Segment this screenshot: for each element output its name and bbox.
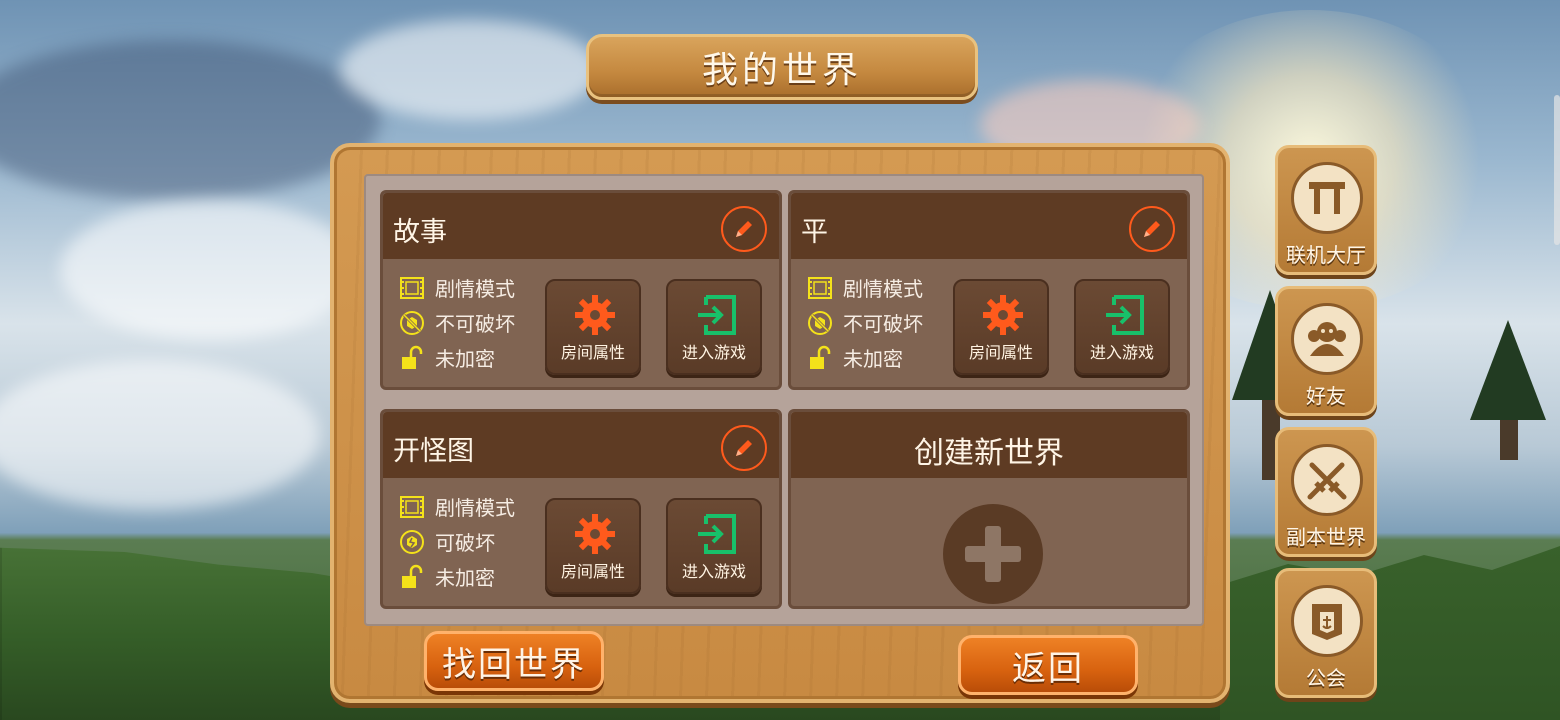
indestructible-icon (807, 310, 833, 336)
attr-label: 可破坏 (435, 531, 495, 555)
world-card-header: 平 (791, 193, 1187, 259)
cloud (340, 20, 600, 120)
enter-game-button[interactable]: 进入游戏 (666, 279, 762, 375)
edge-handle[interactable] (1554, 95, 1560, 245)
world-list-board: 故事 剧情模式 不可破坏 未加密 房间属性 进入游戏 平 剧情模式 不可破坏 未… (330, 143, 1230, 703)
world-card-header: 开怪图 (383, 412, 779, 478)
world-card[interactable]: 故事 剧情模式 不可破坏 未加密 房间属性 进入游戏 (380, 190, 782, 390)
tree (1470, 320, 1546, 420)
pencil-icon (1144, 221, 1160, 237)
world-card-header: 故事 (383, 193, 779, 259)
attr-destroy: 不可破坏 (399, 308, 515, 337)
attr-destroy: 不可破坏 (807, 308, 923, 337)
sidebar-item-dungeon[interactable]: 副本世界 (1275, 427, 1377, 557)
unlock-icon (807, 345, 833, 371)
recover-world-button[interactable]: 找回世界 (424, 631, 604, 691)
film-icon (399, 494, 425, 520)
attr-label: 不可破坏 (843, 312, 923, 336)
unlock-icon (399, 564, 425, 590)
enter-icon (698, 295, 736, 335)
indestructible-icon (399, 310, 425, 336)
attr-mode: 剧情模式 (399, 492, 515, 521)
attr-lock: 未加密 (807, 343, 903, 372)
gear-icon (983, 295, 1023, 335)
attr-label: 剧情模式 (435, 277, 515, 301)
film-icon (807, 275, 833, 301)
plus-icon[interactable] (943, 504, 1043, 604)
attr-label: 未加密 (843, 347, 903, 371)
world-grid: 故事 剧情模式 不可破坏 未加密 房间属性 进入游戏 平 剧情模式 不可破坏 未… (364, 174, 1204, 626)
friends-icon (1291, 303, 1363, 375)
attr-mode: 剧情模式 (807, 273, 923, 302)
guild-banner-icon (1291, 585, 1363, 657)
enter-game-label: 进入游戏 (681, 343, 746, 362)
enter-icon (698, 514, 736, 554)
sidebar-item-label: 副本世界 (1286, 525, 1366, 549)
film-icon (399, 275, 425, 301)
enter-game-button[interactable]: 进入游戏 (666, 498, 762, 594)
recover-world-label: 找回世界 (442, 644, 586, 685)
attr-label: 剧情模式 (843, 277, 923, 301)
enter-game-label: 进入游戏 (681, 562, 746, 581)
edit-world-button[interactable] (721, 425, 767, 471)
room-settings-label: 房间属性 (968, 343, 1033, 362)
create-world-card[interactable]: 创建新世界 (788, 409, 1190, 609)
sidebar-item-label: 好友 (1306, 384, 1346, 408)
sidebar-item-label: 联机大厅 (1286, 243, 1366, 267)
sidebar-item-lobby[interactable]: 联机大厅 (1275, 145, 1377, 275)
room-settings-label: 房间属性 (560, 562, 625, 581)
world-card[interactable]: 平 剧情模式 不可破坏 未加密 房间属性 进入游戏 (788, 190, 1190, 390)
sidebar-item-guild[interactable]: 公会 (1275, 568, 1377, 698)
world-name: 故事 (393, 217, 447, 248)
pencil-icon (736, 440, 752, 456)
create-world-label: 创建新世界 (914, 436, 1064, 471)
page-title: 我的世界 (701, 50, 862, 91)
cloud (0, 40, 380, 200)
sidebar-item-friends[interactable]: 好友 (1275, 286, 1377, 416)
enter-game-button[interactable]: 进入游戏 (1074, 279, 1170, 375)
room-settings-button[interactable]: 房间属性 (545, 498, 641, 594)
attr-lock: 未加密 (399, 562, 495, 591)
cloud (60, 200, 360, 340)
destructible-icon (399, 529, 425, 555)
enter-icon (1106, 295, 1144, 335)
attr-destroy: 可破坏 (399, 527, 495, 556)
attr-label: 剧情模式 (435, 496, 515, 520)
edit-world-button[interactable] (1129, 206, 1175, 252)
sidebar-item-label: 公会 (1306, 666, 1346, 690)
page-title-plank: 我的世界 (586, 34, 978, 100)
crossed-swords-icon (1291, 444, 1363, 516)
create-world-header: 创建新世界 (791, 412, 1187, 478)
room-settings-button[interactable]: 房间属性 (953, 279, 1049, 375)
enter-game-label: 进入游戏 (1089, 343, 1154, 362)
room-settings-button[interactable]: 房间属性 (545, 279, 641, 375)
lobby-gate-icon (1291, 162, 1363, 234)
world-card[interactable]: 开怪图 剧情模式 可破坏 未加密 房间属性 进入游戏 (380, 409, 782, 609)
attr-label: 不可破坏 (435, 312, 515, 336)
back-button[interactable]: 返回 (958, 635, 1138, 695)
gear-icon (575, 514, 615, 554)
attr-label: 未加密 (435, 347, 495, 371)
attr-label: 未加密 (435, 566, 495, 590)
attr-mode: 剧情模式 (399, 273, 515, 302)
room-settings-label: 房间属性 (560, 343, 625, 362)
edit-world-button[interactable] (721, 206, 767, 252)
world-name: 开怪图 (393, 436, 474, 467)
pencil-icon (736, 221, 752, 237)
back-label: 返回 (1012, 648, 1084, 689)
attr-lock: 未加密 (399, 343, 495, 372)
world-name: 平 (801, 217, 828, 248)
unlock-icon (399, 345, 425, 371)
gear-icon (575, 295, 615, 335)
cloud (0, 360, 320, 510)
